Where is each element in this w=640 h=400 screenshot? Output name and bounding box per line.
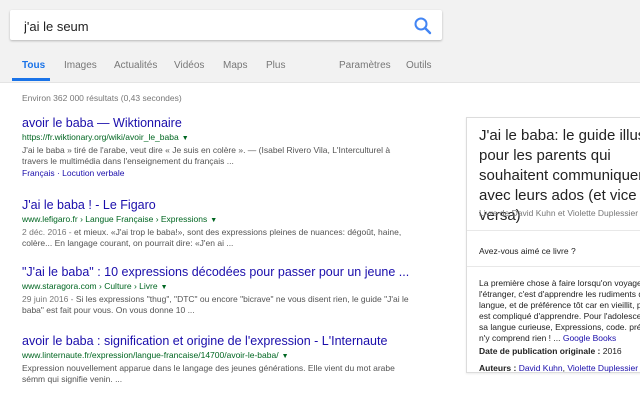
- search-icon[interactable]: [412, 15, 434, 37]
- result-title[interactable]: avoir le baba — Wiktionnaire: [22, 116, 442, 131]
- result-url: www.staragora.com › Culture › Livre ▼: [22, 280, 442, 294]
- panel-divider: [467, 230, 640, 231]
- result-url-text: www.staragora.com › Culture › Livre: [22, 281, 158, 291]
- tab-videos[interactable]: Vidéos: [174, 60, 204, 71]
- panel-author-link[interactable]: Violette Duplessier: [567, 363, 638, 373]
- caret-down-icon[interactable]: ▼: [182, 135, 189, 142]
- caret-down-icon[interactable]: ▼: [282, 353, 289, 360]
- result-snippet-line: colère... En langage courant, on pourrai…: [22, 238, 234, 248]
- result-snippet: 2 déc. 2016 - et mieux. «J'ai trop le ba…: [22, 227, 442, 249]
- result-snippet: 29 juin 2016 - Si les expressions "thug"…: [22, 294, 442, 316]
- panel-date-value: 2016: [602, 346, 622, 356]
- tab-tous[interactable]: Tous: [22, 60, 45, 71]
- result-snippet: Expression nouvellement apparue dans le …: [22, 363, 442, 385]
- search-input[interactable]: [22, 15, 406, 37]
- panel-description: La première chose à faire lorsqu'on voya…: [479, 278, 640, 344]
- result-title[interactable]: "J'ai le baba" : 10 expressions décodées…: [22, 265, 442, 280]
- result-date: 2 déc. 2016 -: [22, 227, 72, 237]
- search-box[interactable]: [10, 10, 442, 40]
- panel-publication-date: Date de publication originale : 2016: [479, 346, 622, 356]
- result-url: www.lefigaro.fr › Langue Française › Exp…: [22, 213, 442, 227]
- panel-source-link[interactable]: Google Books: [563, 333, 616, 343]
- result-snippet-line: et mieux. «J'ai trop le baba!», sont des…: [74, 227, 402, 237]
- result-snippet-line: baba" est fait pour vous. On vous donne …: [22, 305, 195, 315]
- result-title[interactable]: avoir le baba : signification et origine…: [22, 334, 442, 349]
- active-tab-indicator: [12, 78, 50, 81]
- result-url-text: www.lefigaro.fr › Langue Française › Exp…: [22, 214, 208, 224]
- result-item: avoir le baba — Wiktionnaire https://fr.…: [22, 116, 442, 179]
- panel-divider: [467, 266, 640, 267]
- result-item: "J'ai le baba" : 10 expressions décodées…: [22, 265, 442, 316]
- top-bar: Tous Images Actualités Vidéos Maps Plus …: [0, 0, 640, 83]
- panel-date-label: Date de publication originale :: [479, 346, 601, 356]
- result-url-text: www.linternaute.fr/expression/langue-fra…: [22, 350, 279, 360]
- result-date: 29 juin 2016 -: [22, 294, 74, 304]
- result-url-text: https://fr.wiktionary.org/wiki/avoir_le_…: [22, 132, 179, 142]
- panel-authors-label: Auteurs :: [479, 363, 517, 373]
- search-tabs: Tous Images Actualités Vidéos Maps Plus …: [0, 56, 640, 82]
- result-snippet-line: Expression nouvellement apparue dans le …: [22, 363, 395, 373]
- result-snippet-line: travers le multimédia dans l'enseignemen…: [22, 156, 234, 166]
- tab-plus[interactable]: Plus: [266, 60, 285, 71]
- panel-author-link[interactable]: David Kuhn: [519, 363, 563, 373]
- result-url: www.linternaute.fr/expression/langue-fra…: [22, 349, 442, 363]
- result-snippet: J'ai le baba » tiré de l'arabe, veut dir…: [22, 145, 442, 167]
- result-snippet-line: J'ai le baba » tiré de l'arabe, veut dir…: [22, 145, 391, 155]
- tab-images[interactable]: Images: [64, 60, 97, 71]
- result-snippet-line: sémm qui signifie venin. ...: [22, 374, 123, 384]
- result-item: avoir le baba : signification et origine…: [22, 334, 442, 385]
- result-sublinks[interactable]: Français · Locution verbale: [22, 167, 442, 179]
- result-title[interactable]: J'ai le baba ! - Le Figaro: [22, 198, 442, 213]
- tab-maps[interactable]: Maps: [223, 60, 247, 71]
- caret-down-icon[interactable]: ▼: [161, 284, 168, 291]
- result-snippet-line: Si les expressions "thug", "DTC" ou enco…: [75, 294, 409, 304]
- panel-authors: Auteurs : David Kuhn, Violette Duplessie…: [479, 363, 639, 373]
- tab-actualites[interactable]: Actualités: [114, 60, 157, 71]
- result-url: https://fr.wiktionary.org/wiki/avoir_le_…: [22, 131, 442, 145]
- caret-down-icon[interactable]: ▼: [210, 217, 217, 224]
- result-item: J'ai le baba ! - Le Figaro www.lefigaro.…: [22, 198, 442, 249]
- panel-subtitle: Livre de David Kuhn et Violette Duplessi…: [479, 208, 639, 218]
- tab-parametres[interactable]: Paramètres: [339, 60, 391, 71]
- knowledge-panel: J'ai le baba: le guide illustré pour les…: [466, 117, 640, 373]
- tab-outils[interactable]: Outils: [406, 60, 432, 71]
- result-stats: Environ 362 000 résultats (0,43 secondes…: [22, 93, 182, 103]
- panel-rating-question[interactable]: Avez-vous aimé ce livre ?: [479, 246, 576, 256]
